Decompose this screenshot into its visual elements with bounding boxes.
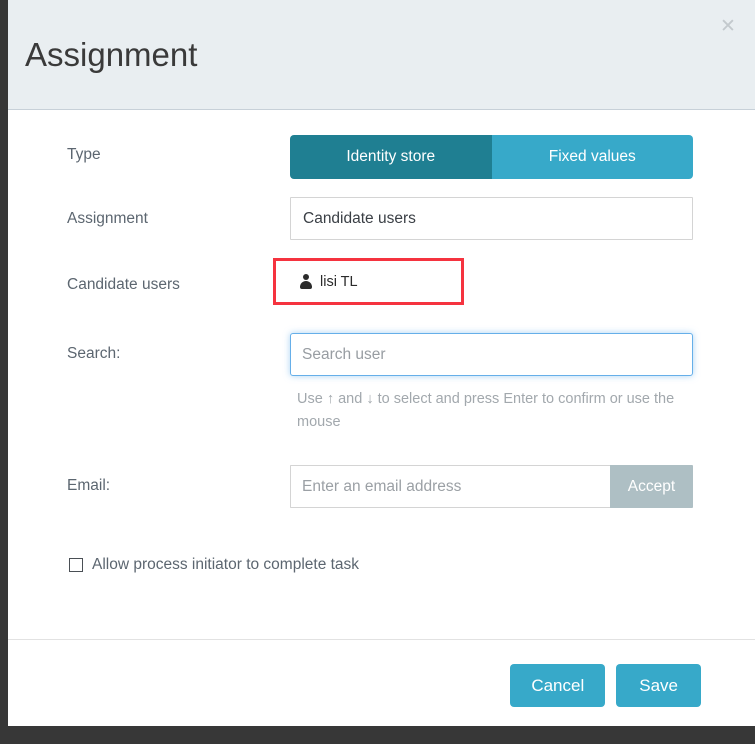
search-help-text: Use ↑ and ↓ to select and press Enter to… xyxy=(297,391,675,430)
candidate-users-control: lisi TL xyxy=(273,258,464,305)
close-icon[interactable]: ✕ xyxy=(714,13,742,41)
email-input[interactable] xyxy=(290,465,610,508)
assignment-control: Candidate users xyxy=(290,197,693,240)
save-button[interactable]: Save xyxy=(616,664,701,707)
email-control: Accept xyxy=(290,465,693,508)
search-input[interactable] xyxy=(290,333,693,376)
search-label: Search: xyxy=(67,345,121,362)
type-label: Type xyxy=(67,146,101,163)
dialog-body: Type Identity store Fixed values Assignm… xyxy=(8,110,755,639)
accept-button[interactable]: Accept xyxy=(610,465,693,508)
dialog-footer: Cancel Save xyxy=(8,639,755,726)
assignment-label: Assignment xyxy=(67,210,148,227)
cancel-button[interactable]: Cancel xyxy=(510,664,606,707)
person-icon xyxy=(299,274,312,289)
candidate-user-chip[interactable]: lisi TL xyxy=(273,258,464,305)
assignment-dialog: Assignment ✕ Type Identity store Fixed v… xyxy=(8,0,755,726)
allow-initiator-checkbox[interactable] xyxy=(69,558,83,572)
assignment-select[interactable]: Candidate users xyxy=(290,197,693,240)
email-input-group: Accept xyxy=(290,465,693,508)
candidate-user-name: lisi TL xyxy=(320,273,358,290)
type-option-identity-store[interactable]: Identity store xyxy=(290,135,492,179)
allow-initiator-label: Allow process initiator to complete task xyxy=(92,556,360,573)
type-toggle-group: Identity store Fixed values xyxy=(290,135,693,179)
search-control xyxy=(290,333,693,376)
dialog-header: Assignment ✕ xyxy=(8,0,755,110)
dialog-title: Assignment xyxy=(25,36,198,73)
allow-initiator-checkbox-row[interactable]: Allow process initiator to complete task xyxy=(69,556,359,574)
type-control: Identity store Fixed values xyxy=(290,135,693,179)
type-option-fixed-values[interactable]: Fixed values xyxy=(491,135,693,179)
footer-button-group: Cancel Save xyxy=(510,664,701,707)
candidate-users-label: Candidate users xyxy=(67,276,180,293)
email-label: Email: xyxy=(67,477,111,494)
